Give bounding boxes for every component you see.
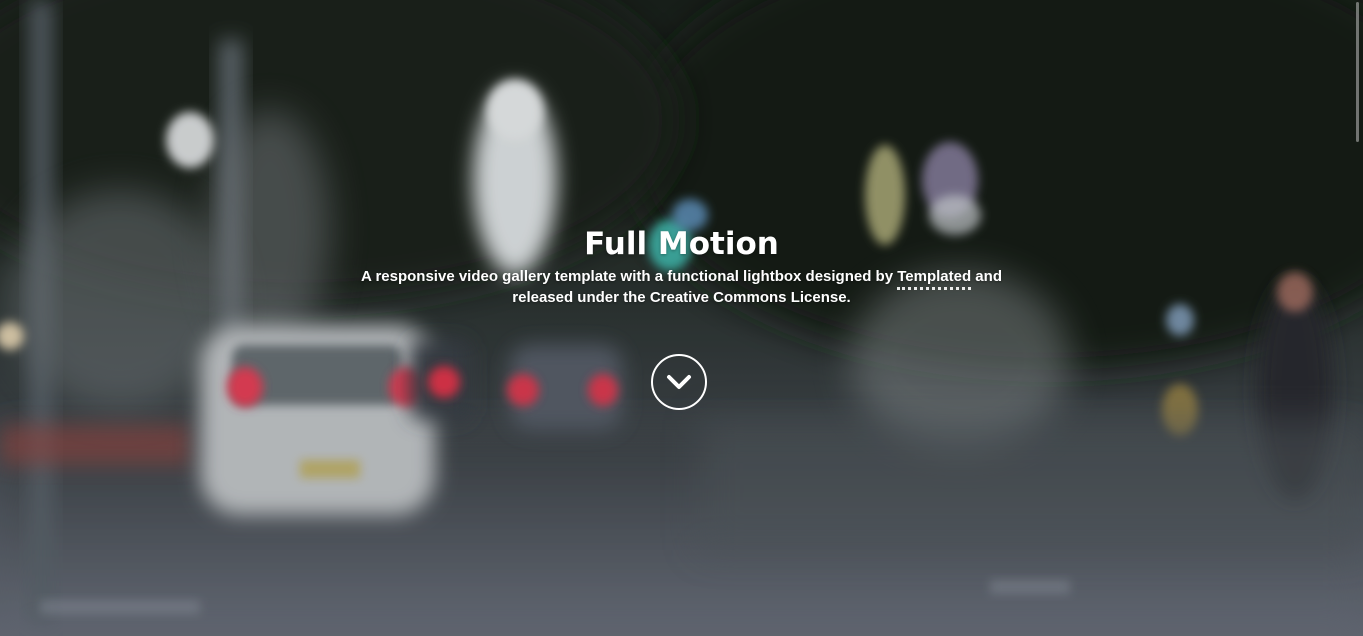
subtitle-text-start: A responsive video gallery template with… (361, 268, 898, 285)
scrollbar-thumb[interactable] (1356, 2, 1359, 142)
banner-content: Full Motion A responsive video gallery t… (0, 222, 1363, 308)
banner-overlay (0, 0, 1363, 636)
banner-subtitle: A responsive video gallery template with… (332, 266, 1032, 308)
banner: Full Motion A responsive video gallery t… (0, 0, 1363, 636)
scroll-down-button[interactable] (651, 354, 707, 410)
page-title: Full Motion (584, 226, 779, 262)
templated-link[interactable]: Templated (897, 268, 972, 290)
chevron-down-icon (667, 375, 691, 389)
